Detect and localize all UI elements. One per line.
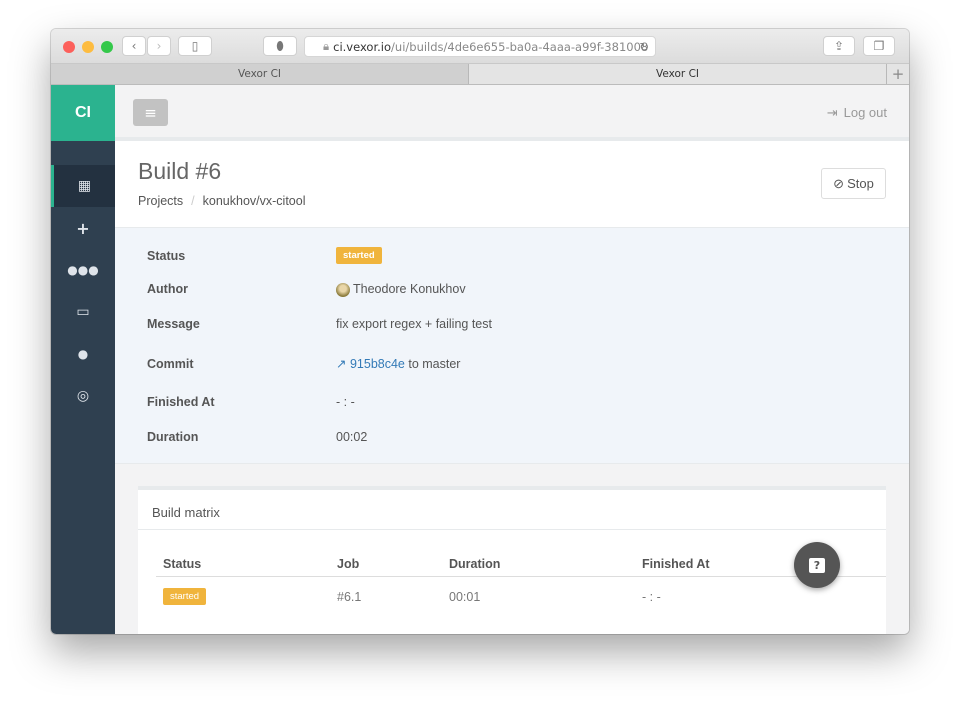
close-window-button[interactable] — [63, 41, 75, 53]
avatar — [336, 282, 350, 297]
commit-link[interactable]: ↗ 915b8c4e — [336, 357, 405, 371]
breadcrumb-project: konukhov/vx-citool — [202, 194, 306, 208]
logo[interactable]: CI — [51, 85, 115, 141]
tab-1[interactable]: Vexor CI — [51, 64, 469, 84]
top-navbar: ≡ ⇥ Log out — [115, 85, 909, 141]
divider — [156, 576, 886, 577]
breadcrumb: Projects / konukhov/vx-citool — [138, 194, 306, 208]
sidebar-item-billing[interactable]: ▭ — [51, 291, 115, 333]
address-bar[interactable]: 🔒︎ ci.vexor.io/ui/builds/4de6e655-ba0a-4a… — [304, 36, 656, 57]
ban-icon: ⊘ — [833, 175, 845, 191]
status-badge: started — [336, 247, 382, 264]
sidebar-item-add[interactable]: + — [51, 207, 115, 249]
author-name: Theodore Konukhov — [353, 282, 466, 296]
new-tab-button[interactable]: + — [887, 64, 909, 84]
help-chat-button[interactable]: ? — [794, 542, 840, 588]
shield-icon: ⬮ — [276, 38, 284, 53]
status-badge: started — [163, 588, 207, 605]
chevron-right-icon: › — [156, 39, 162, 53]
sidebar-item-support[interactable]: ◎ — [51, 375, 115, 417]
main-content: ≡ ⇥ Log out Build #6 Projects / konukhov/vx… — [115, 85, 909, 634]
maximize-window-button[interactable] — [101, 41, 113, 53]
privacy-button[interactable]: ⬮ — [263, 36, 297, 56]
support-icon: ◎ — [76, 388, 90, 404]
page-title: Build #6 — [138, 158, 222, 184]
panel-title: Build matrix — [138, 490, 886, 530]
chevron-left-icon: ‹ — [131, 39, 137, 53]
build-details: Status started Author Theodore Konukhov Me… — [115, 228, 909, 464]
dashboard-icon: ▦ — [77, 178, 92, 194]
minimize-window-button[interactable] — [82, 41, 94, 53]
sign-out-icon: ⇥ — [826, 105, 838, 120]
breadcrumb-projects[interactable]: Projects — [138, 194, 183, 208]
sidebar-item-dashboard[interactable]: ▦ — [51, 165, 115, 207]
hamburger-icon: ≡ — [144, 103, 157, 122]
sidebar-toggle-button[interactable]: ▯ — [178, 36, 212, 56]
lock-icon: 🔒︎ — [323, 39, 330, 53]
tabs-icon: ❐ — [873, 39, 885, 53]
back-button[interactable]: ‹ — [122, 36, 146, 56]
sidebar: CI ▦ + ●●● ▭ ● ◎ — [51, 85, 115, 634]
forward-button[interactable]: › — [147, 36, 171, 56]
tabs-overview-button[interactable]: ❐ — [863, 36, 895, 56]
menu-toggle-button[interactable]: ≡ — [133, 99, 168, 126]
tab-2[interactable]: Vexor CI — [469, 64, 887, 84]
external-link-icon: ↗ — [336, 357, 347, 371]
browser-toolbar: ‹ › ▯ ⬮ 🔒︎ ci.vexor.io/ui/builds/4de6e655… — [51, 29, 909, 64]
users-icon: ●●● — [67, 263, 99, 277]
logout-link[interactable]: ⇥ Log out — [827, 105, 887, 121]
build-matrix-panel: Build matrix Status Job Duration Finishe… — [138, 486, 886, 634]
tab-bar: Vexor CI Vexor CI + — [51, 64, 909, 85]
commit-message: fix export regex + failing test — [336, 317, 492, 331]
sidebar-item-team[interactable]: ●●● — [51, 249, 115, 291]
credit-card-icon: ▭ — [76, 304, 90, 320]
user-icon: ● — [77, 347, 89, 361]
sidebar-icon: ▯ — [191, 39, 199, 53]
reload-icon[interactable]: ↻ — [639, 40, 649, 54]
stop-button[interactable]: ⊘ Stop — [821, 168, 886, 199]
browser-window: ‹ › ▯ ⬮ 🔒︎ ci.vexor.io/ui/builds/4de6e655… — [51, 29, 909, 634]
share-icon: ⇪ — [833, 39, 845, 53]
page-header: Build #6 Projects / konukhov/vx-citool ⊘ St… — [115, 141, 909, 228]
question-icon: ? — [809, 557, 825, 573]
share-button[interactable]: ⇪ — [823, 36, 855, 56]
sidebar-item-profile[interactable]: ● — [51, 333, 115, 375]
plus-icon: + — [76, 218, 90, 238]
